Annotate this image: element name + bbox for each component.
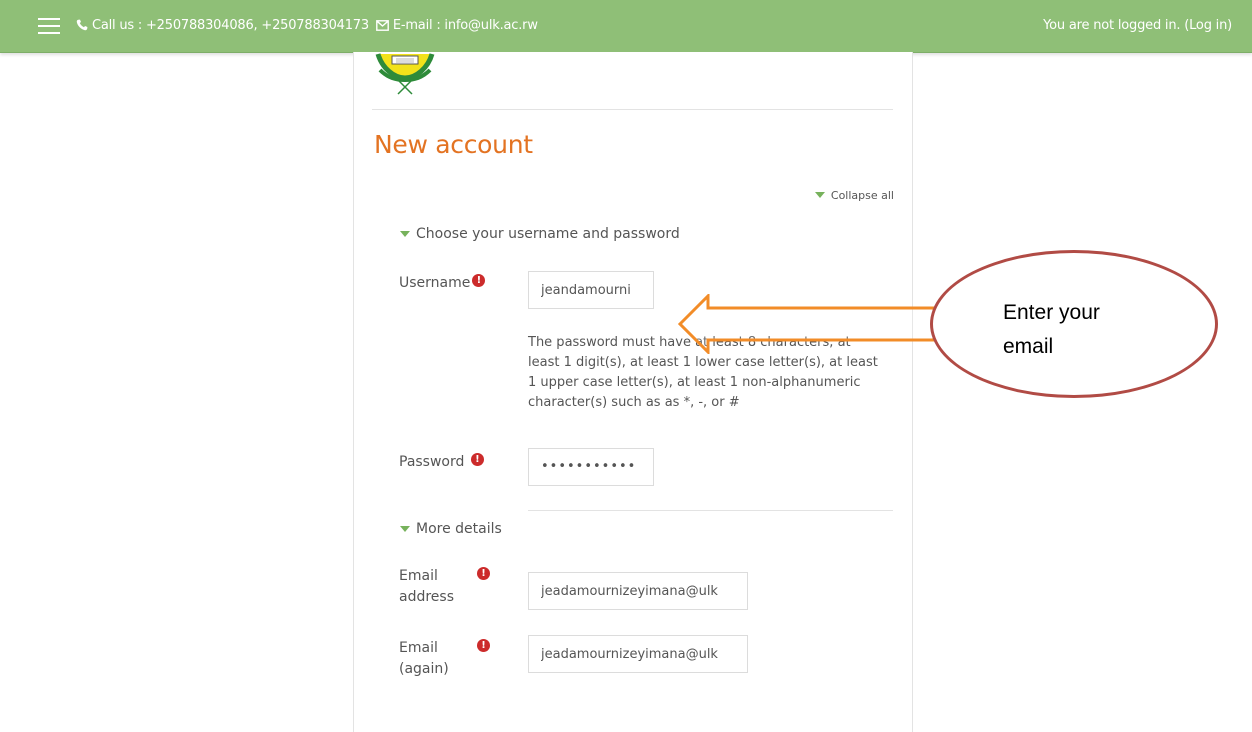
- signup-card: New account Collapse all Choose your use…: [353, 52, 913, 732]
- envelope-icon: [375, 20, 389, 31]
- email-label: Email address: [399, 566, 454, 608]
- contact-info: Call us : +250788304086, +250788304173 E…: [76, 18, 538, 33]
- divider: [372, 109, 893, 110]
- username-label: Username!: [399, 273, 486, 294]
- required-icon: !: [472, 274, 486, 287]
- password-label: Password !: [399, 452, 484, 473]
- section-header-credentials[interactable]: Choose your username and password: [400, 226, 680, 242]
- email-input[interactable]: [528, 572, 748, 610]
- email-again-input[interactable]: [528, 635, 748, 673]
- login-link[interactable]: (Log in): [1184, 18, 1232, 33]
- password-input-value: •••••••••••: [541, 459, 637, 474]
- section-header-more-details[interactable]: More details: [400, 521, 502, 537]
- page-title: New account: [374, 130, 533, 159]
- required-icon: !: [477, 639, 490, 652]
- university-logo: [375, 53, 435, 95]
- login-status: You are not logged in. (Log in): [1043, 18, 1232, 33]
- contact-phone-text: Call us : +250788304086, +250788304173: [91, 18, 369, 33]
- email-label-line1: Email: [399, 568, 438, 584]
- password-label-text: Password: [399, 454, 465, 470]
- phone-icon: [76, 19, 88, 31]
- annotation-callout-text: Enter your email: [1003, 301, 1100, 358]
- username-input[interactable]: [528, 271, 654, 309]
- email-again-label: Email (again): [399, 638, 449, 680]
- required-icon: !: [470, 453, 484, 466]
- menu-hamburger-icon[interactable]: [38, 18, 60, 34]
- collapse-all-label: Collapse all: [830, 189, 894, 202]
- email-again-label-line2: (again): [399, 661, 449, 677]
- triangle-down-icon: [400, 231, 410, 237]
- login-status-text: You are not logged in.: [1043, 18, 1181, 33]
- required-icon: !: [477, 567, 490, 580]
- email-again-label-line1: Email: [399, 640, 438, 656]
- annotation-arrow: [677, 294, 936, 354]
- collapse-all-link[interactable]: Collapse all: [814, 189, 894, 202]
- section-details-label: More details: [416, 521, 502, 537]
- triangle-down-icon: [400, 526, 410, 532]
- divider: [528, 510, 893, 511]
- email-label-line2: address: [399, 589, 455, 605]
- triangle-down-icon: [814, 192, 825, 198]
- top-navbar: Call us : +250788304086, +250788304173 E…: [0, 0, 1252, 53]
- contact-email-text: E-mail : info@ulk.ac.rw: [392, 18, 538, 33]
- password-input[interactable]: •••••••••••: [528, 448, 654, 486]
- username-label-text: Username: [399, 275, 471, 291]
- section-credentials-label: Choose your username and password: [416, 226, 680, 242]
